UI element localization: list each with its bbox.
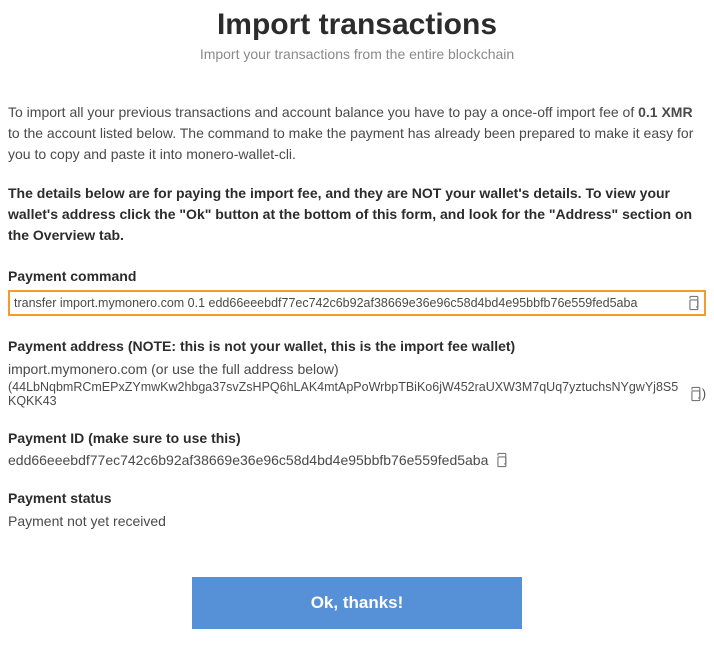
copy-icon[interactable] xyxy=(494,452,508,468)
payment-address-line1: import.mymonero.com (or use the full add… xyxy=(8,360,706,380)
warning-text: The details below are for paying the imp… xyxy=(8,183,706,246)
copy-icon[interactable] xyxy=(688,386,702,402)
payment-id-value: edd66eeebdf77ec742c6b92af38669e36e96c58d… xyxy=(8,452,488,468)
payment-status-section: Payment status Payment not yet received xyxy=(8,490,706,532)
page-title: Import transactions xyxy=(8,8,706,42)
copy-icon[interactable] xyxy=(686,295,700,311)
payment-command-value: transfer import.mymonero.com 0.1 edd66ee… xyxy=(14,296,680,310)
intro-part1: To import all your previous transactions… xyxy=(8,104,638,120)
payment-command-box: transfer import.mymonero.com 0.1 edd66ee… xyxy=(8,290,706,316)
page-subtitle: Import your transactions from the entire… xyxy=(8,46,706,62)
payment-address-section: Payment address (NOTE: this is not your … xyxy=(8,338,706,408)
payment-status-value: Payment not yet received xyxy=(8,512,706,532)
payment-status-label: Payment status xyxy=(8,490,706,506)
intro-part2: to the account listed below. The command… xyxy=(8,125,693,162)
intro-fee: 0.1 XMR xyxy=(638,104,692,120)
payment-address-label: Payment address (NOTE: this is not your … xyxy=(8,338,706,354)
payment-command-label: Payment command xyxy=(8,268,706,284)
payment-address-full: 44LbNqbmRCmEPxZYmwKw2hbga37svZsHPQ6hLAK4… xyxy=(8,380,678,408)
button-wrap: Ok, thanks! xyxy=(8,577,706,629)
header: Import transactions Import your transact… xyxy=(8,8,706,62)
payment-id-label: Payment ID (make sure to use this) xyxy=(8,430,706,446)
ok-button[interactable]: Ok, thanks! xyxy=(192,577,522,629)
payment-address-line2: (44LbNqbmRCmEPxZYmwKw2hbga37svZsHPQ6hLAK… xyxy=(8,380,706,408)
payment-command-section: Payment command transfer import.mymonero… xyxy=(8,268,706,316)
addr-suffix: ) xyxy=(702,387,706,401)
payment-id-section: Payment ID (make sure to use this) edd66… xyxy=(8,430,706,468)
intro-text: To import all your previous transactions… xyxy=(8,102,706,165)
payment-id-line: edd66eeebdf77ec742c6b92af38669e36e96c58d… xyxy=(8,452,706,468)
